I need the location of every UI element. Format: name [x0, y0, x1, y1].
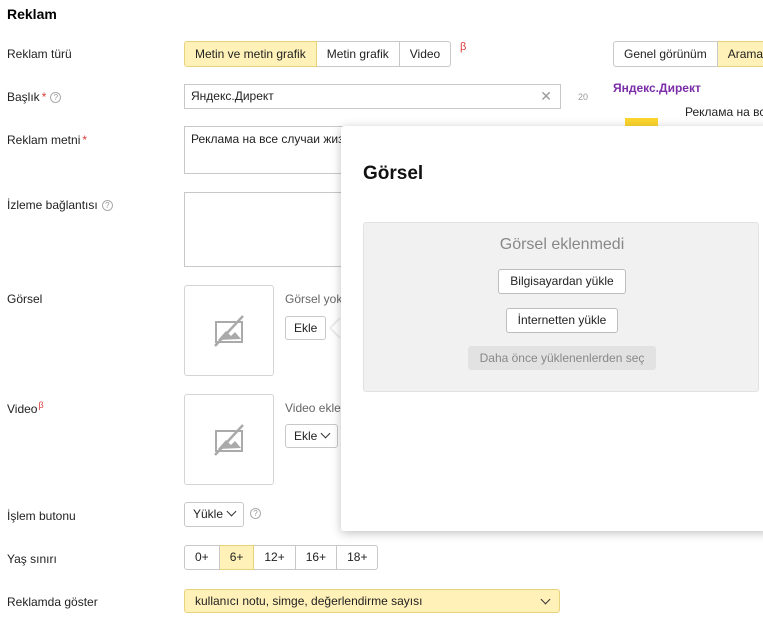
help-icon[interactable]: ?	[50, 92, 62, 103]
age-option-12[interactable]: 12+	[254, 545, 296, 570]
video-add-label: Ekle	[294, 429, 318, 443]
image-modal: Görsel Görsel eklenmedi Bilgisayardan yü…	[341, 126, 763, 531]
label-image: Görsel	[7, 292, 43, 306]
age-limit-selector: 0+ 6+ 12+ 16+ 18+	[184, 545, 379, 570]
upload-computer-row: Bilgisayardan yükle	[364, 269, 760, 294]
label-tracking-text: İzleme bağlantısı	[7, 198, 98, 212]
label-ad-type: Reklam türü	[7, 47, 72, 61]
help-icon[interactable]: ?	[101, 200, 113, 211]
image-status: Görsel yok	[285, 292, 343, 306]
title-counter: 20	[578, 92, 589, 102]
age-option-18[interactable]: 18+	[337, 545, 379, 570]
required-mark: *	[41, 90, 47, 104]
upload-from-computer-button[interactable]: Bilgisayardan yükle	[498, 269, 626, 294]
beta-badge: β	[38, 400, 44, 410]
no-image-icon	[214, 314, 244, 347]
upload-internet-row: İnternetten yükle	[364, 308, 760, 333]
chevron-down-icon	[320, 428, 331, 439]
label-age-limit: Yaş sınırı	[7, 552, 57, 566]
clear-icon[interactable]: ✕	[540, 88, 552, 105]
ad-type-beta-badge: β	[460, 41, 467, 53]
label-tracking: İzleme bağlantısı?	[7, 198, 113, 212]
modal-title: Görsel	[363, 163, 424, 184]
ad-type-option-graphic[interactable]: Metin grafik	[316, 41, 400, 67]
label-title-text: Başlık	[7, 90, 40, 104]
choose-previous-row: Daha önce yüklenenlerden seç	[364, 346, 760, 370]
choose-previous-button[interactable]: Daha önce yüklenenlerden seç	[467, 346, 657, 370]
age-option-16[interactable]: 16+	[295, 545, 338, 570]
ad-type-option-video[interactable]: Video	[399, 41, 452, 67]
ad-type-selector: Metin ve metin grafik Metin grafik Video	[184, 41, 452, 67]
label-video: Videoβ	[7, 400, 44, 416]
label-show-in-ad: Reklamda göster	[7, 595, 98, 609]
label-ad-text-text: Reklam metni	[7, 133, 81, 147]
chevron-down-icon	[540, 594, 551, 605]
label-title: Başlık *?	[7, 90, 62, 104]
preview-ad-text: Реклама на вс	[685, 105, 763, 119]
preview-tab-search[interactable]: Arama	[717, 41, 763, 67]
image-add-button[interactable]: Ekle	[285, 316, 327, 340]
required-mark: *	[82, 133, 88, 147]
label-ad-text: Reklam metni *	[7, 133, 87, 147]
title-input-value: Яндекс.Директ	[191, 89, 274, 103]
no-image-text: Görsel eklenmedi	[499, 236, 625, 253]
age-option-6[interactable]: 6+	[219, 545, 255, 570]
video-add-button[interactable]: Ekle	[285, 424, 339, 448]
video-thumbnail[interactable]	[184, 394, 274, 485]
preview-tabs: Genel görünüm Arama	[613, 41, 763, 67]
upload-from-internet-button[interactable]: İnternetten yükle	[505, 308, 619, 333]
chevron-down-icon	[226, 506, 237, 517]
image-upload-panel: Görsel eklenmedi Bilgisayardan yükle İnt…	[363, 222, 759, 392]
preview-brand: Яндекс.Директ	[613, 81, 701, 95]
action-button-value: Yükle	[193, 507, 224, 521]
action-button-select[interactable]: Yükle	[184, 502, 245, 527]
video-status: Video ekler	[285, 401, 345, 415]
show-in-ad-select[interactable]: kullanıcı notu, simge, değerlendirme say…	[184, 589, 560, 613]
show-in-ad-value: kullanıcı notu, simge, değerlendirme say…	[195, 594, 423, 608]
image-thumbnail[interactable]	[184, 285, 274, 376]
label-action-button: İşlem butonu	[7, 509, 76, 523]
ad-type-option-text-graphic[interactable]: Metin ve metin grafik	[184, 41, 317, 67]
preview-tab-general[interactable]: Genel görünüm	[613, 41, 718, 67]
age-option-0[interactable]: 0+	[184, 545, 220, 570]
title-input[interactable]: Яндекс.Директ ✕	[184, 84, 561, 109]
help-icon[interactable]: ?	[250, 508, 261, 519]
no-video-icon	[214, 423, 244, 456]
section-title: Reklam	[7, 6, 57, 22]
label-video-text: Video	[7, 402, 38, 416]
